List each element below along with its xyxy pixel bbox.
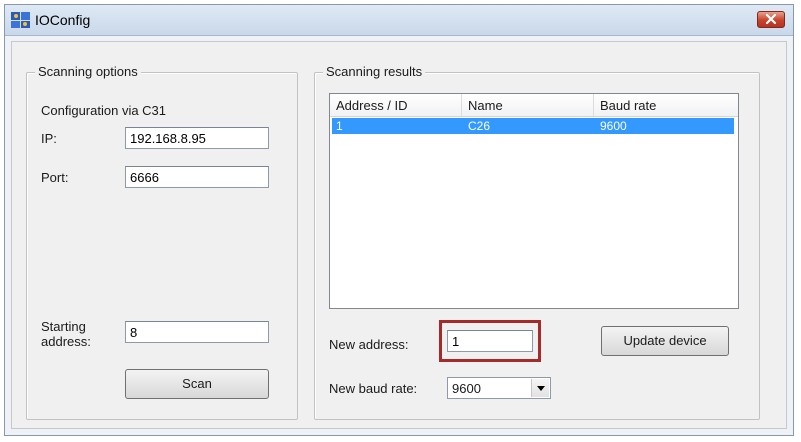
window-title: IOConfig	[35, 12, 91, 28]
new-baud-rate-value: 9600	[452, 381, 481, 396]
close-icon	[765, 13, 777, 25]
row-baud-cell: 9600	[600, 119, 627, 133]
dialog-client-area: Scanning options Configuration via C31 I…	[11, 41, 787, 429]
scan-button-label: Scan	[182, 376, 212, 391]
port-label: Port:	[41, 170, 69, 185]
new-address-input[interactable]	[447, 330, 533, 352]
scanning-options-legend: Scanning options	[35, 64, 141, 79]
column-header-address[interactable]: Address / ID	[330, 94, 462, 116]
row-name-cell: C26	[468, 119, 491, 133]
port-input[interactable]	[125, 166, 269, 188]
scanning-options-group: Scanning options Configuration via C31 I…	[26, 64, 298, 420]
scanning-results-group: Scanning results Address / ID Name Baud …	[314, 64, 760, 420]
ip-input[interactable]	[125, 127, 269, 149]
starting-address-input[interactable]	[125, 321, 269, 343]
update-device-button[interactable]: Update device	[601, 326, 729, 356]
app-icon	[11, 11, 31, 29]
scanning-results-legend: Scanning results	[323, 64, 426, 79]
column-header-name[interactable]: Name	[462, 94, 594, 116]
new-address-label: New address:	[329, 337, 409, 352]
new-baud-rate-label: New baud rate:	[329, 381, 418, 396]
starting-label-line2: address:	[41, 334, 91, 349]
table-row[interactable]: 1 C26 9600	[332, 118, 734, 134]
ip-label: IP:	[41, 131, 57, 146]
starting-address-label: Starting address:	[41, 319, 91, 349]
scan-button[interactable]: Scan	[125, 369, 269, 399]
results-list[interactable]: Address / ID Name Baud rate 1 C26 9600	[329, 93, 739, 309]
results-list-header: Address / ID Name Baud rate	[330, 94, 738, 117]
column-header-baud-rate[interactable]: Baud rate	[594, 94, 738, 116]
ioconfig-window: IOConfig Scanning options Configuration …	[4, 4, 794, 436]
close-button[interactable]	[757, 11, 785, 28]
row-address-cell: 1	[336, 119, 343, 133]
new-baud-rate-select[interactable]: 9600	[447, 377, 551, 399]
update-device-label: Update device	[623, 333, 707, 348]
configuration-label: Configuration via C31	[41, 103, 167, 118]
title-bar[interactable]: IOConfig	[5, 5, 793, 36]
starting-label-line1: Starting	[41, 319, 86, 334]
chevron-down-icon[interactable]	[531, 379, 549, 397]
